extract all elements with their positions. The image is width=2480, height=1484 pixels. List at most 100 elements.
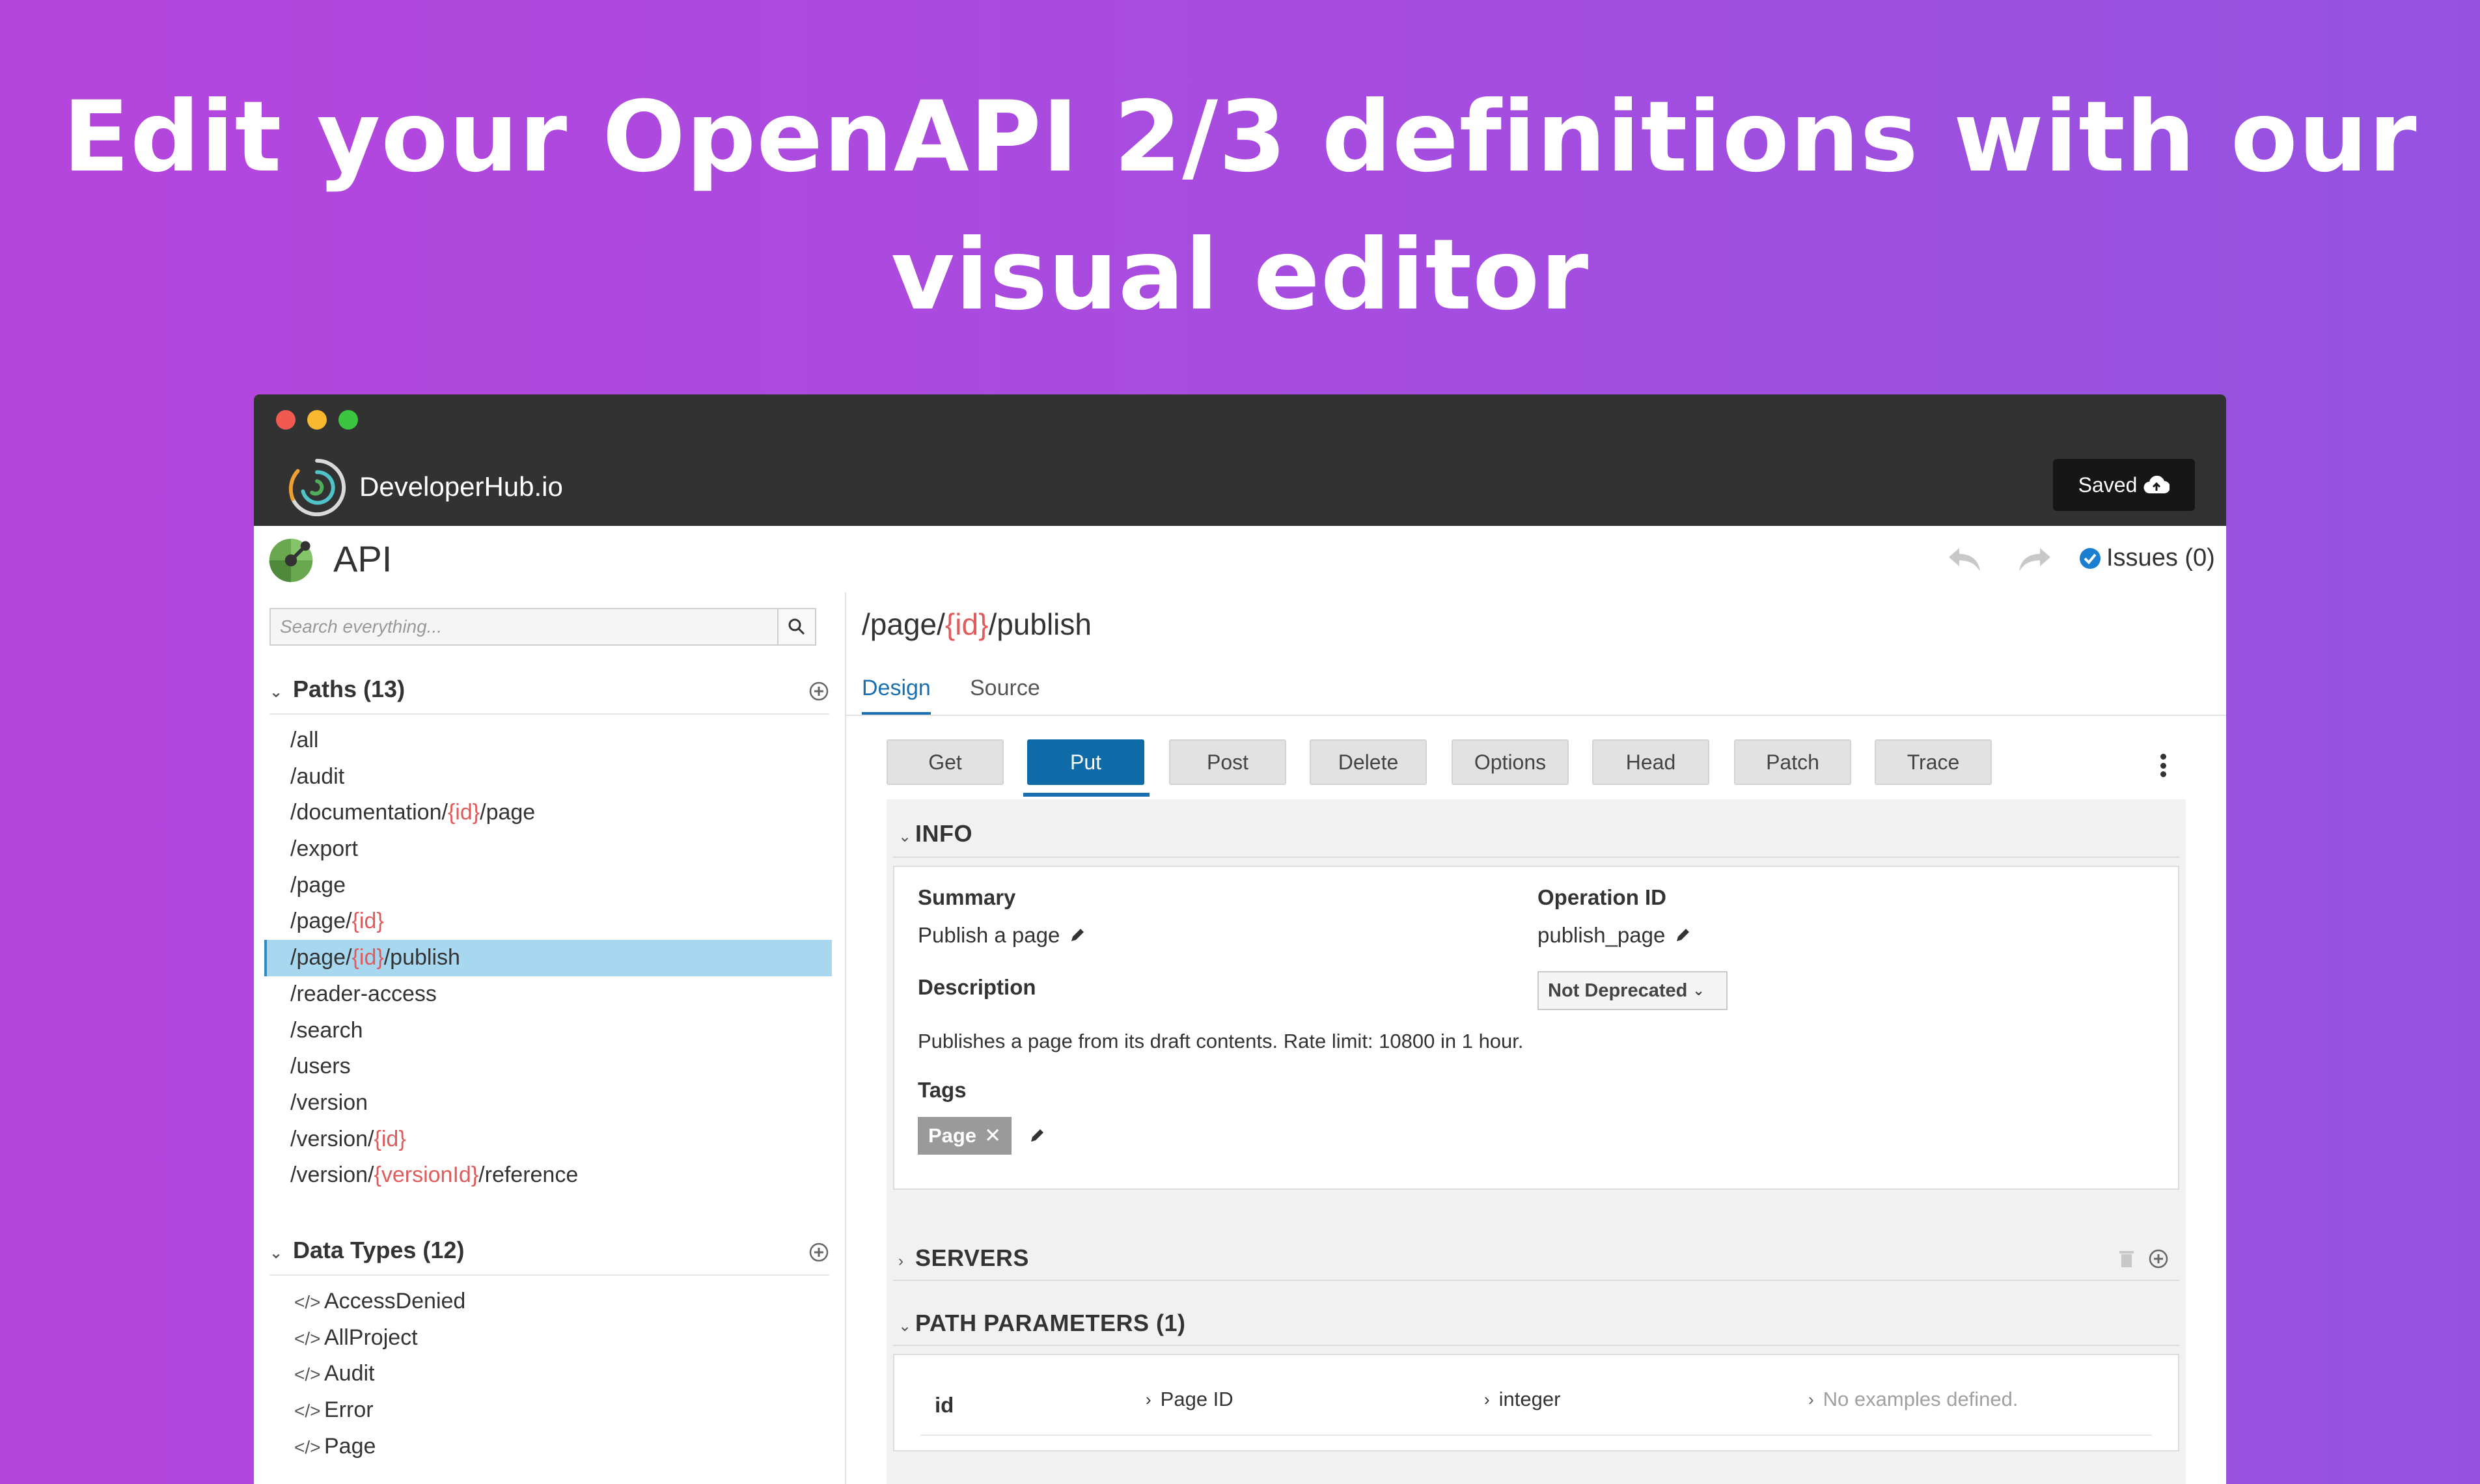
path-prefix: /version/ — [290, 1162, 374, 1188]
data-type-item[interactable]: </> Error — [264, 1392, 832, 1429]
add-server-icon[interactable] — [2148, 1248, 2169, 1269]
app-bar: API Issues (0) — [254, 526, 2226, 594]
search-input[interactable]: Search everything... — [269, 608, 778, 646]
add-data-type-icon[interactable] — [808, 1242, 829, 1263]
data-type-item[interactable]: </> Audit — [264, 1356, 832, 1392]
method-options-button[interactable]: Options — [1452, 739, 1569, 785]
parameter-examples[interactable]: › No examples defined. — [1808, 1388, 2018, 1411]
chevron-down-icon: ⌄ — [1692, 982, 1705, 998]
method-delete-button[interactable]: Delete — [1310, 739, 1427, 785]
method-head-button[interactable]: Head — [1592, 739, 1709, 785]
trash-icon[interactable] — [2118, 1249, 2135, 1269]
chevron-down-icon: ⌄ — [898, 1317, 912, 1335]
path-parameters-section-header[interactable]: ⌄ PATH PARAMETERS (1) — [898, 1310, 1186, 1337]
path-suffix: /page — [480, 800, 536, 825]
chevron-right-icon: › — [1484, 1389, 1490, 1409]
tag-chip[interactable]: Page ✕ — [918, 1117, 1012, 1155]
cloud-upload-icon — [2143, 475, 2170, 494]
parameter-description[interactable]: › Page ID — [1146, 1388, 1233, 1411]
data-type-item[interactable]: </> Page — [264, 1429, 832, 1465]
path-prefix: /export — [290, 836, 358, 862]
parameter-name[interactable]: id — [935, 1393, 954, 1418]
path-item[interactable]: /page/{id}/publish — [264, 940, 832, 976]
issues-indicator[interactable]: Issues (0) — [2079, 544, 2215, 572]
edit-pencil-icon[interactable] — [1674, 927, 1691, 944]
saved-button[interactable]: Saved — [2053, 459, 2195, 511]
paths-section-header[interactable]: ⌄ Paths (13) — [269, 676, 829, 715]
chevron-down-icon: ⌄ — [269, 683, 283, 701]
operation-id-value[interactable]: publish_page — [1537, 923, 1691, 948]
method-get-button[interactable]: Get — [887, 739, 1004, 785]
divider — [269, 713, 829, 715]
path-title-param: {id} — [944, 607, 989, 641]
path-prefix: /version — [290, 1090, 368, 1115]
path-prefix: /page/ — [290, 909, 352, 934]
redo-icon[interactable] — [2015, 543, 2054, 575]
title-bar: DeveloperHub.io Saved — [254, 394, 2226, 526]
minimize-window-icon[interactable] — [307, 410, 327, 430]
path-item[interactable]: /page/{id} — [264, 903, 832, 940]
info-header-label: INFO — [915, 820, 972, 847]
path-item[interactable]: /all — [264, 722, 832, 759]
method-post-button[interactable]: Post — [1169, 739, 1286, 785]
add-path-icon[interactable] — [808, 681, 829, 702]
path-prefix: /audit — [290, 763, 345, 789]
path-item[interactable]: /version/{id} — [264, 1121, 832, 1158]
search-icon — [788, 618, 805, 635]
path-item[interactable]: /search — [264, 1013, 832, 1049]
path-prefix: /users — [290, 1054, 351, 1079]
path-item[interactable]: /reader-access — [264, 976, 832, 1013]
info-section-header[interactable]: ⌄ INFO — [898, 820, 972, 847]
path-item[interactable]: /page — [264, 868, 832, 904]
tags-label: Tags — [918, 1078, 967, 1102]
summary-value[interactable]: Publish a page — [918, 923, 1086, 948]
path-item[interactable]: /version/{versionId}/reference — [264, 1157, 832, 1194]
edit-tags-icon[interactable] — [1028, 1127, 1045, 1144]
chevron-right-icon: › — [1808, 1389, 1814, 1409]
deprecated-select[interactable]: Not Deprecated ⌄ — [1537, 971, 1728, 1010]
search-button[interactable] — [777, 608, 816, 646]
chevron-right-icon: › — [898, 1252, 904, 1270]
servers-header-label: SERVERS — [915, 1244, 1029, 1271]
path-suffix: /publish — [383, 945, 460, 970]
description-text[interactable]: Publishes a page from its draft contents… — [918, 1030, 1524, 1053]
path-item[interactable]: /version — [264, 1085, 832, 1121]
parameter-examples-text: No examples defined. — [1823, 1388, 2018, 1410]
edit-pencil-icon[interactable] — [1069, 927, 1086, 944]
tab-design[interactable]: Design — [862, 676, 931, 701]
path-parameters-header-label: PATH PARAMETERS (1) — [915, 1310, 1186, 1336]
method-tabs: Get Put Post Delete Options Head Patch T… — [887, 739, 2186, 799]
servers-section-header[interactable]: › SERVERS — [898, 1244, 1029, 1272]
chevron-right-icon: › — [1146, 1389, 1151, 1409]
close-window-icon[interactable] — [276, 410, 296, 430]
undo-icon[interactable] — [1945, 543, 1984, 575]
parameter-type-text: integer — [1498, 1388, 1561, 1410]
main-panel: /page/{id}/publish Design Source Get Put… — [846, 592, 2226, 1484]
code-icon: </> — [294, 1292, 321, 1312]
path-prefix: /version/ — [290, 1126, 374, 1151]
headline-line-1: Edit your OpenAPI 2/3 definitions with o… — [62, 81, 2418, 194]
path-prefix: /all — [290, 728, 319, 752]
path-param: {versionId} — [374, 1162, 479, 1188]
tab-source[interactable]: Source — [970, 676, 1040, 701]
method-put-button[interactable]: Put — [1027, 739, 1144, 785]
path-item[interactable]: /audit — [264, 759, 832, 795]
method-patch-button[interactable]: Patch — [1734, 739, 1851, 785]
operation-menu-icon[interactable] — [2160, 754, 2166, 777]
method-trace-button[interactable]: Trace — [1875, 739, 1992, 785]
path-prefix: /reader-access — [290, 981, 437, 1006]
parameter-type[interactable]: › integer — [1484, 1388, 1560, 1411]
data-types-list: </> AccessDenied </> AllProject </> Audit </> E… — [264, 1284, 832, 1464]
path-item[interactable]: /export — [264, 831, 832, 868]
data-types-section-header[interactable]: ⌄ Data Types (12) — [269, 1237, 829, 1276]
path-prefix: /page/ — [290, 945, 352, 970]
data-type-label: Page — [324, 1433, 376, 1459]
remove-tag-icon[interactable]: ✕ — [984, 1124, 1001, 1147]
summary-label: Summary — [918, 885, 1016, 909]
data-type-item[interactable]: </> AccessDenied — [264, 1284, 832, 1320]
path-item[interactable]: /documentation/{id}/page — [264, 795, 832, 831]
data-type-item[interactable]: </> AllProject — [264, 1320, 832, 1356]
path-item[interactable]: /users — [264, 1049, 832, 1085]
headline: Edit your OpenAPI 2/3 definitions with o… — [0, 68, 2480, 344]
maximize-window-icon[interactable] — [338, 410, 358, 430]
